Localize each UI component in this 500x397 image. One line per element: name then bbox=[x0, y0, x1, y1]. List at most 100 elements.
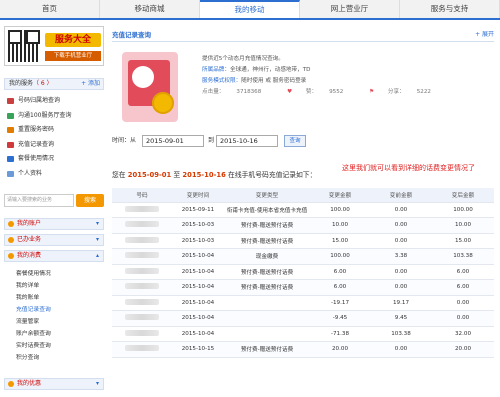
tab-service-support[interactable]: 服务与支持 bbox=[400, 0, 500, 18]
tab-online-hall[interactable]: 网上营业厅 bbox=[300, 0, 400, 18]
accordion-my-consumption[interactable]: 我的消费 ▴ bbox=[4, 250, 104, 262]
service-item-plan-usage[interactable]: 套餐使用情况 bbox=[4, 152, 104, 167]
cell-before: 0.00 bbox=[370, 217, 432, 234]
share-button[interactable]: ⚑ 分享： 5222 bbox=[369, 89, 443, 95]
phone-number-masked bbox=[112, 233, 172, 249]
bullet-icon bbox=[8, 237, 14, 243]
cell-time: 2015-10-03 bbox=[172, 233, 224, 249]
cell-type bbox=[224, 326, 310, 342]
bullet-icon bbox=[8, 253, 14, 259]
submenu-realtime-fee[interactable]: 实时话费查询 bbox=[4, 340, 104, 352]
service-item-recharge-records[interactable]: 充值记录查询 bbox=[4, 138, 104, 153]
table-row: 2015-09-11 衔甫卡充值-使用本省充值卡充值 100.00 0.00 100.0… bbox=[112, 202, 494, 218]
shares-value: 5222 bbox=[416, 89, 431, 95]
cell-change: 6.00 bbox=[310, 264, 370, 280]
cell-change: 20.00 bbox=[310, 341, 370, 358]
submenu-plan-usage[interactable]: 套餐使用情况 bbox=[4, 268, 104, 280]
service-item-label: 重置服务密码 bbox=[18, 126, 55, 133]
cell-change: -19.17 bbox=[310, 295, 370, 311]
table-header-row: 号码 变更时间 变更类型 变更金额 变前金额 变后金额 bbox=[112, 188, 494, 203]
cell-time: 2015-10-04 bbox=[172, 248, 224, 265]
cell-change: -71.38 bbox=[310, 326, 370, 342]
cell-time: 2015-10-04 bbox=[172, 326, 224, 342]
service-search-input[interactable]: 请输入要搜索的业务 bbox=[4, 194, 74, 207]
accordion-my-account[interactable]: 我的账户 ▾ bbox=[4, 218, 104, 230]
submenu-balance-query[interactable]: 账户余额查询 bbox=[4, 328, 104, 340]
cell-type: 预付费-赠送预付话费 bbox=[224, 233, 310, 249]
cell-before: 19.17 bbox=[370, 295, 432, 311]
add-service-link[interactable]: + 添加 bbox=[81, 79, 100, 89]
column-header: 变更金额 bbox=[310, 188, 370, 203]
cell-after: 10.00 bbox=[432, 217, 494, 234]
service-description: 提供近5个动态月充值情况查询。 所属品牌：全球通，神州行，动感地带，TD 服务模… bbox=[202, 54, 492, 98]
summary-to: 2015-10-16 bbox=[182, 171, 226, 179]
date-to-input[interactable]: 2015-10-16 bbox=[216, 135, 278, 147]
service-item-location-query[interactable]: 号码归属地查询 bbox=[4, 94, 104, 109]
expand-link[interactable]: + 展开 bbox=[475, 30, 494, 40]
user-icon bbox=[7, 170, 14, 177]
cell-change: 10.00 bbox=[310, 217, 370, 234]
accordion-handled-business[interactable]: 已办业务 ▾ bbox=[4, 234, 104, 246]
qr-banner-title: 服务大全 bbox=[45, 33, 101, 47]
cell-change: -9.45 bbox=[310, 310, 370, 327]
cell-type bbox=[224, 310, 310, 327]
clicks-label: 点击量： bbox=[202, 89, 225, 95]
summary-mid: 至 bbox=[173, 171, 181, 179]
accordion-label: 已办业务 bbox=[17, 236, 42, 243]
cell-type: 预付费-赠送预付话费 bbox=[224, 264, 310, 280]
cell-before: 0.00 bbox=[370, 202, 432, 218]
cell-before: 0.00 bbox=[370, 341, 432, 358]
date-from-input[interactable]: 2015-09-01 bbox=[142, 135, 204, 147]
phone-number-masked bbox=[112, 279, 172, 296]
submenu-points-query[interactable]: 积分查询 bbox=[4, 352, 104, 364]
clicks-value: 3718368 bbox=[236, 89, 262, 95]
service-item-profile[interactable]: 个人资料 bbox=[4, 167, 104, 182]
accordion-my-offers[interactable]: 我的优惠 ▾ bbox=[4, 378, 104, 390]
cell-type: 预付费-赠送预付话费 bbox=[224, 279, 310, 296]
qr-download-banner[interactable]: 服务大全 下载手机营业厅 bbox=[4, 26, 104, 66]
tab-my-mobile[interactable]: 我的移动 bbox=[200, 0, 300, 18]
cell-time: 2015-10-04 bbox=[172, 310, 224, 327]
service-item-reset-password[interactable]: 重置服务密码 bbox=[4, 123, 104, 138]
page-title: 充值记录查询 bbox=[112, 31, 151, 39]
service-item-label: 个人资料 bbox=[18, 169, 43, 177]
cell-after: 103.38 bbox=[432, 248, 494, 265]
main-content: 充值记录查询 + 展开 提供近5个动态月充值情况查询。 所属品牌：全球通，神州行… bbox=[112, 22, 500, 397]
cell-after: 0.00 bbox=[432, 295, 494, 311]
phone-number-masked bbox=[112, 326, 172, 342]
query-button[interactable]: 查询 bbox=[284, 135, 306, 147]
service-search-button[interactable]: 搜索 bbox=[76, 194, 104, 207]
like-button[interactable]: ♥ 赞： 9552 bbox=[287, 89, 355, 95]
chevron-up-icon: ▴ bbox=[95, 252, 99, 259]
cell-before: 9.45 bbox=[370, 310, 432, 327]
shares-label: 分享： bbox=[387, 89, 405, 95]
accordion-label: 我的账户 bbox=[17, 220, 42, 227]
cell-after: 20.00 bbox=[432, 341, 494, 358]
cell-after: 100.00 bbox=[432, 202, 494, 218]
annotation-note: 这里我们就可以看到详细的话费变更情况了 bbox=[342, 164, 475, 172]
service-item-store-query[interactable]: 沟通100服务厅查询 bbox=[4, 109, 104, 124]
tab-mall[interactable]: 移动商城 bbox=[100, 0, 200, 18]
submenu-data-manager[interactable]: 流量管家 bbox=[4, 316, 104, 328]
recharge-records-table: 号码 变更时间 变更类型 变更金额 变前金额 变后金额 2015-09-11 衔甫… bbox=[112, 188, 494, 358]
submenu-my-bill[interactable]: 我的账单 bbox=[4, 292, 104, 304]
cell-change: 100.00 bbox=[310, 248, 370, 265]
table-row: 2015-10-04 预付费-赠送预付话费 6.00 0.00 6.00 bbox=[112, 279, 494, 296]
sidebar: 服务大全 下载手机营业厅 我的服务（ 6 ） + 添加 号码归属地查询 沟通10… bbox=[0, 22, 106, 397]
submenu-my-details[interactable]: 我的详单 bbox=[4, 280, 104, 292]
cell-time: 2015-10-04 bbox=[172, 295, 224, 311]
date-to-label: 到 bbox=[208, 137, 215, 144]
method-value: 随时使用 或 服务密码登录 bbox=[241, 78, 307, 84]
service-search: 请输入要搜索的业务 搜索 bbox=[4, 194, 104, 208]
cell-type: 现金缴费 bbox=[224, 248, 310, 265]
tab-home[interactable]: 首页 bbox=[0, 0, 100, 18]
likes-value: 9552 bbox=[329, 89, 344, 95]
column-header: 变更类型 bbox=[224, 188, 310, 203]
submenu-recharge-records[interactable]: 充值记录查询 bbox=[4, 304, 104, 316]
table-row: 2015-10-03 预付费-赠送预付话费 15.00 0.00 15.00 bbox=[112, 233, 494, 249]
cell-change: 6.00 bbox=[310, 279, 370, 296]
brand-label: 所属品牌： bbox=[202, 67, 230, 73]
desc-line: 提供近5个动态月充值情况查询。 bbox=[202, 56, 284, 62]
cell-change: 15.00 bbox=[310, 233, 370, 249]
records-summary: 您在 2015-09-01 至 2015-10-16 在线手机号码充值记录如下： bbox=[112, 170, 316, 180]
